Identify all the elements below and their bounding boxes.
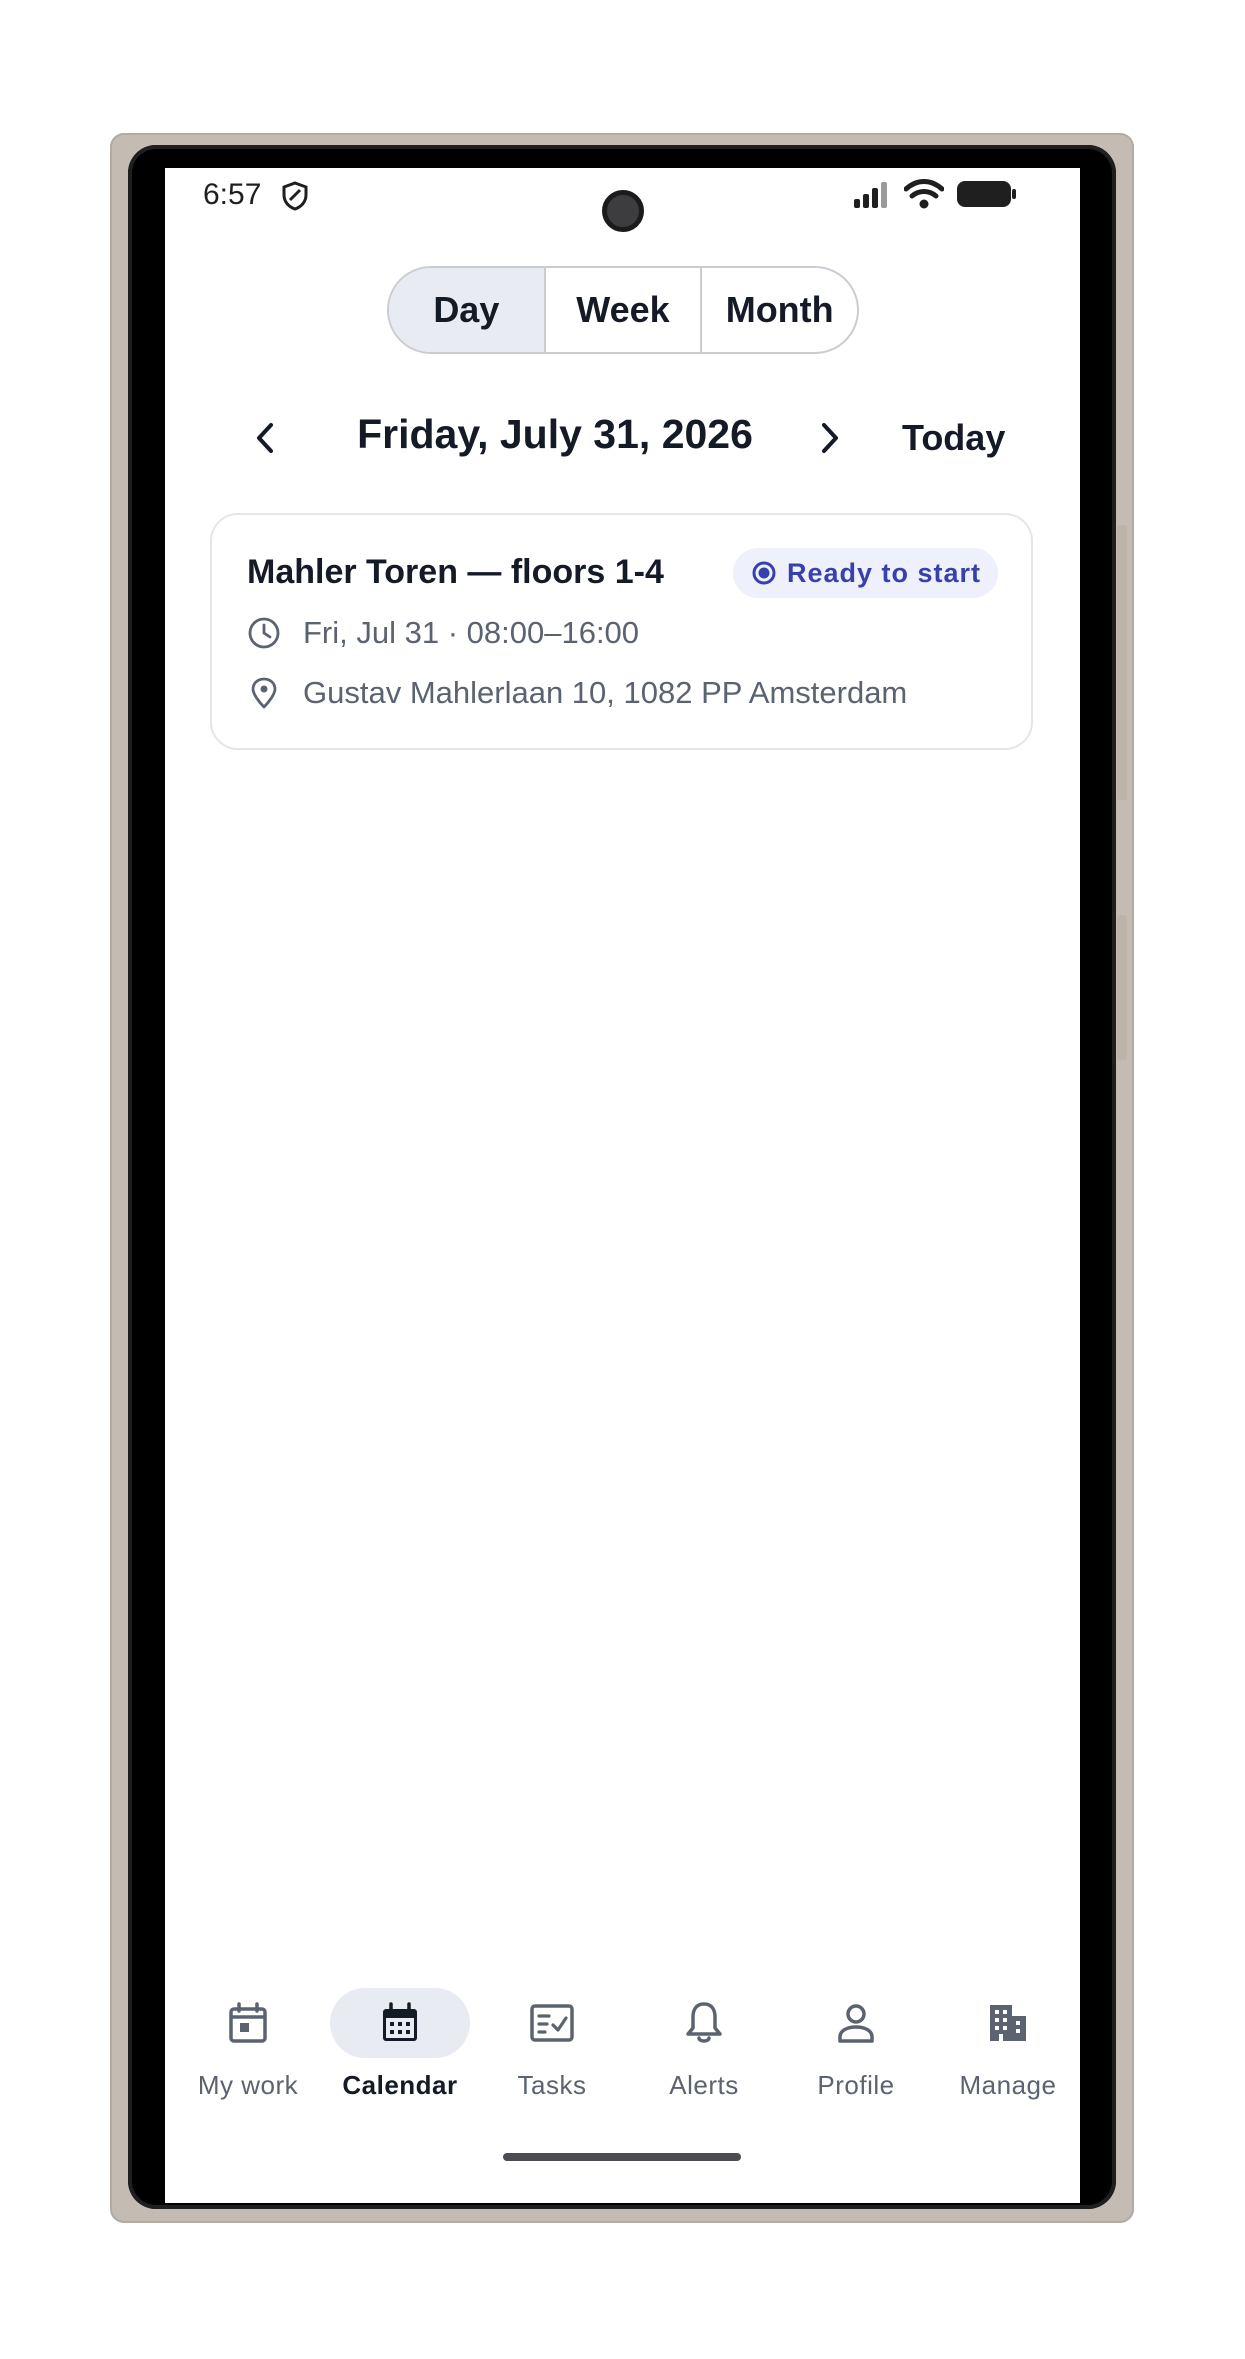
nav-label-manage: Manage (959, 2070, 1057, 2100)
nav-label-alerts: Alerts (669, 2070, 739, 2100)
building-icon (990, 2005, 1026, 2041)
event-card[interactable]: Mahler Toren — floors 1-4 Ready to start… (210, 513, 1033, 750)
nav-label-profile: Profile (817, 2070, 895, 2100)
home-indicator[interactable] (503, 2153, 741, 2161)
clock-icon (248, 617, 280, 649)
shield-icon (282, 181, 308, 211)
status-badge-label: Ready to start (787, 557, 982, 588)
status-bar: 6:57 (165, 168, 1080, 232)
view-switcher: Day Week Month (387, 266, 859, 354)
wifi-icon (904, 179, 944, 209)
event-location-row: Gustav Mahlerlaan 10, 1082 PP Amsterdam (247, 675, 907, 711)
person-icon (838, 2004, 874, 2043)
view-month-button[interactable]: Month (702, 268, 857, 352)
phone-screen: 6:57 Day Week Month Friday, July 31, 202… (165, 168, 1080, 2203)
status-time: 6:57 (203, 178, 262, 211)
side-button (1117, 525, 1127, 800)
view-day-button[interactable]: Day (389, 268, 546, 352)
chevron-left-icon (257, 423, 273, 453)
radio-status-icon (752, 561, 776, 585)
previous-day-button[interactable] (240, 413, 290, 463)
my-work-icon (229, 2002, 267, 2043)
current-date-title: Friday, July 31, 2026 (357, 411, 753, 457)
nav-label-calendar: Calendar (342, 2070, 458, 2100)
today-button[interactable]: Today (902, 417, 1005, 459)
status-icons (852, 178, 1018, 210)
bottom-navigation: My work Calendar Tasks Alerts Profile Ma… (165, 1988, 1080, 2138)
front-camera (602, 190, 644, 232)
bell-icon (686, 2002, 722, 2043)
date-navigation: Friday, July 31, 2026 Today (165, 403, 1080, 473)
calendar-icon (383, 2002, 417, 2041)
tasks-icon (530, 2004, 574, 2042)
signal-icon (854, 182, 887, 208)
view-week-button[interactable]: Week (546, 268, 703, 352)
event-time-row: Fri, Jul 31 · 08:00–16:00 (247, 615, 639, 651)
nav-item-alerts[interactable]: Alerts (628, 1988, 780, 2128)
battery-icon (957, 181, 1016, 207)
status-badge: Ready to start (733, 548, 998, 598)
event-time: Fri, Jul 31 · 08:00–16:00 (303, 615, 640, 650)
side-button (1117, 915, 1127, 1060)
nav-item-calendar[interactable]: Calendar (324, 1988, 476, 2128)
chevron-right-icon (822, 423, 838, 453)
nav-item-my-work[interactable]: My work (172, 1988, 324, 2128)
nav-item-tasks[interactable]: Tasks (476, 1988, 628, 2128)
event-title: Mahler Toren — floors 1-4 (247, 553, 664, 591)
event-location: Gustav Mahlerlaan 10, 1082 PP Amsterdam (303, 675, 908, 710)
nav-item-profile[interactable]: Profile (780, 1988, 932, 2128)
location-pin-icon (251, 677, 277, 709)
next-day-button[interactable] (805, 413, 855, 463)
nav-label-tasks: Tasks (517, 2070, 587, 2100)
nav-item-manage[interactable]: Manage (932, 1988, 1080, 2128)
nav-label-my-work: My work (197, 2070, 299, 2100)
